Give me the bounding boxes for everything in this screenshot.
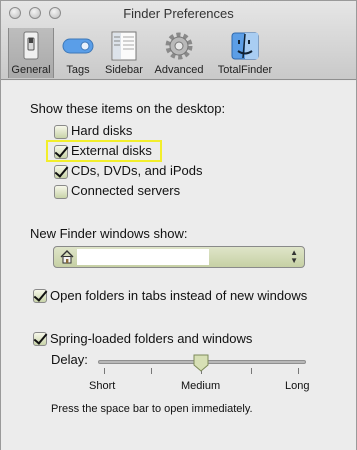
external-disks-checkbox[interactable] bbox=[54, 145, 68, 159]
delay-label: Delay: bbox=[51, 352, 88, 367]
connected-servers-label: Connected servers bbox=[71, 183, 181, 198]
tab-totalfinder[interactable]: TotalFinder bbox=[210, 28, 280, 78]
tab-general-label: General bbox=[11, 64, 51, 76]
slider-tick bbox=[298, 368, 299, 374]
window-title: Finder Preferences bbox=[123, 6, 234, 21]
tab-general[interactable]: General bbox=[8, 28, 54, 78]
new-window-value bbox=[77, 249, 209, 265]
space-bar-hint: Press the space bar to open immediately. bbox=[51, 403, 253, 415]
general-pane: Show these items on the desktop: Hard di… bbox=[1, 81, 356, 450]
slider-tick bbox=[104, 368, 105, 374]
delay-short-label: Short bbox=[89, 380, 116, 392]
tab-sidebar[interactable]: Sidebar bbox=[100, 28, 148, 78]
cds-dvds-ipods-checkbox[interactable] bbox=[54, 165, 68, 179]
sidebar-icon bbox=[111, 31, 137, 61]
finder-preferences-window: Finder Preferences General Tags Sidebar … bbox=[0, 0, 357, 450]
spring-loaded-label: Spring-loaded folders and windows bbox=[50, 331, 253, 346]
home-icon bbox=[60, 250, 74, 264]
tags-icon bbox=[62, 38, 94, 54]
new-window-popup[interactable]: ▲ ▼ bbox=[53, 246, 305, 268]
general-switch-icon bbox=[23, 31, 39, 60]
external-disks-label: External disks bbox=[71, 143, 152, 158]
delay-slider-knob[interactable] bbox=[192, 354, 210, 372]
slider-tick bbox=[151, 368, 152, 374]
open-in-tabs-checkbox[interactable] bbox=[33, 289, 47, 303]
tab-totalfinder-label: TotalFinder bbox=[217, 64, 273, 76]
toolbar: Finder Preferences General Tags Sidebar … bbox=[1, 1, 356, 80]
gear-icon bbox=[165, 32, 193, 60]
tab-advanced[interactable]: Advanced bbox=[150, 28, 208, 78]
slider-tick bbox=[251, 368, 252, 374]
delay-long-label: Long bbox=[285, 380, 310, 392]
delay-medium-label: Medium bbox=[181, 380, 221, 392]
tab-sidebar-label: Sidebar bbox=[105, 64, 143, 76]
new-window-heading: New Finder windows show: bbox=[30, 226, 188, 241]
totalfinder-icon bbox=[231, 32, 259, 60]
popup-arrows-icon: ▲ ▼ bbox=[290, 248, 298, 265]
tab-tags[interactable]: Tags bbox=[57, 28, 99, 78]
spring-loaded-checkbox[interactable] bbox=[33, 332, 47, 346]
hard-disks-checkbox[interactable] bbox=[54, 125, 68, 139]
hard-disks-label: Hard disks bbox=[71, 123, 133, 138]
tab-tags-label: Tags bbox=[66, 64, 90, 76]
open-in-tabs-label: Open folders in tabs instead of new wind… bbox=[50, 288, 308, 303]
connected-servers-checkbox[interactable] bbox=[54, 185, 68, 199]
cds-dvds-ipods-label: CDs, DVDs, and iPods bbox=[71, 163, 203, 178]
tab-advanced-label: Advanced bbox=[154, 64, 204, 76]
desktop-items-heading: Show these items on the desktop: bbox=[30, 101, 226, 116]
